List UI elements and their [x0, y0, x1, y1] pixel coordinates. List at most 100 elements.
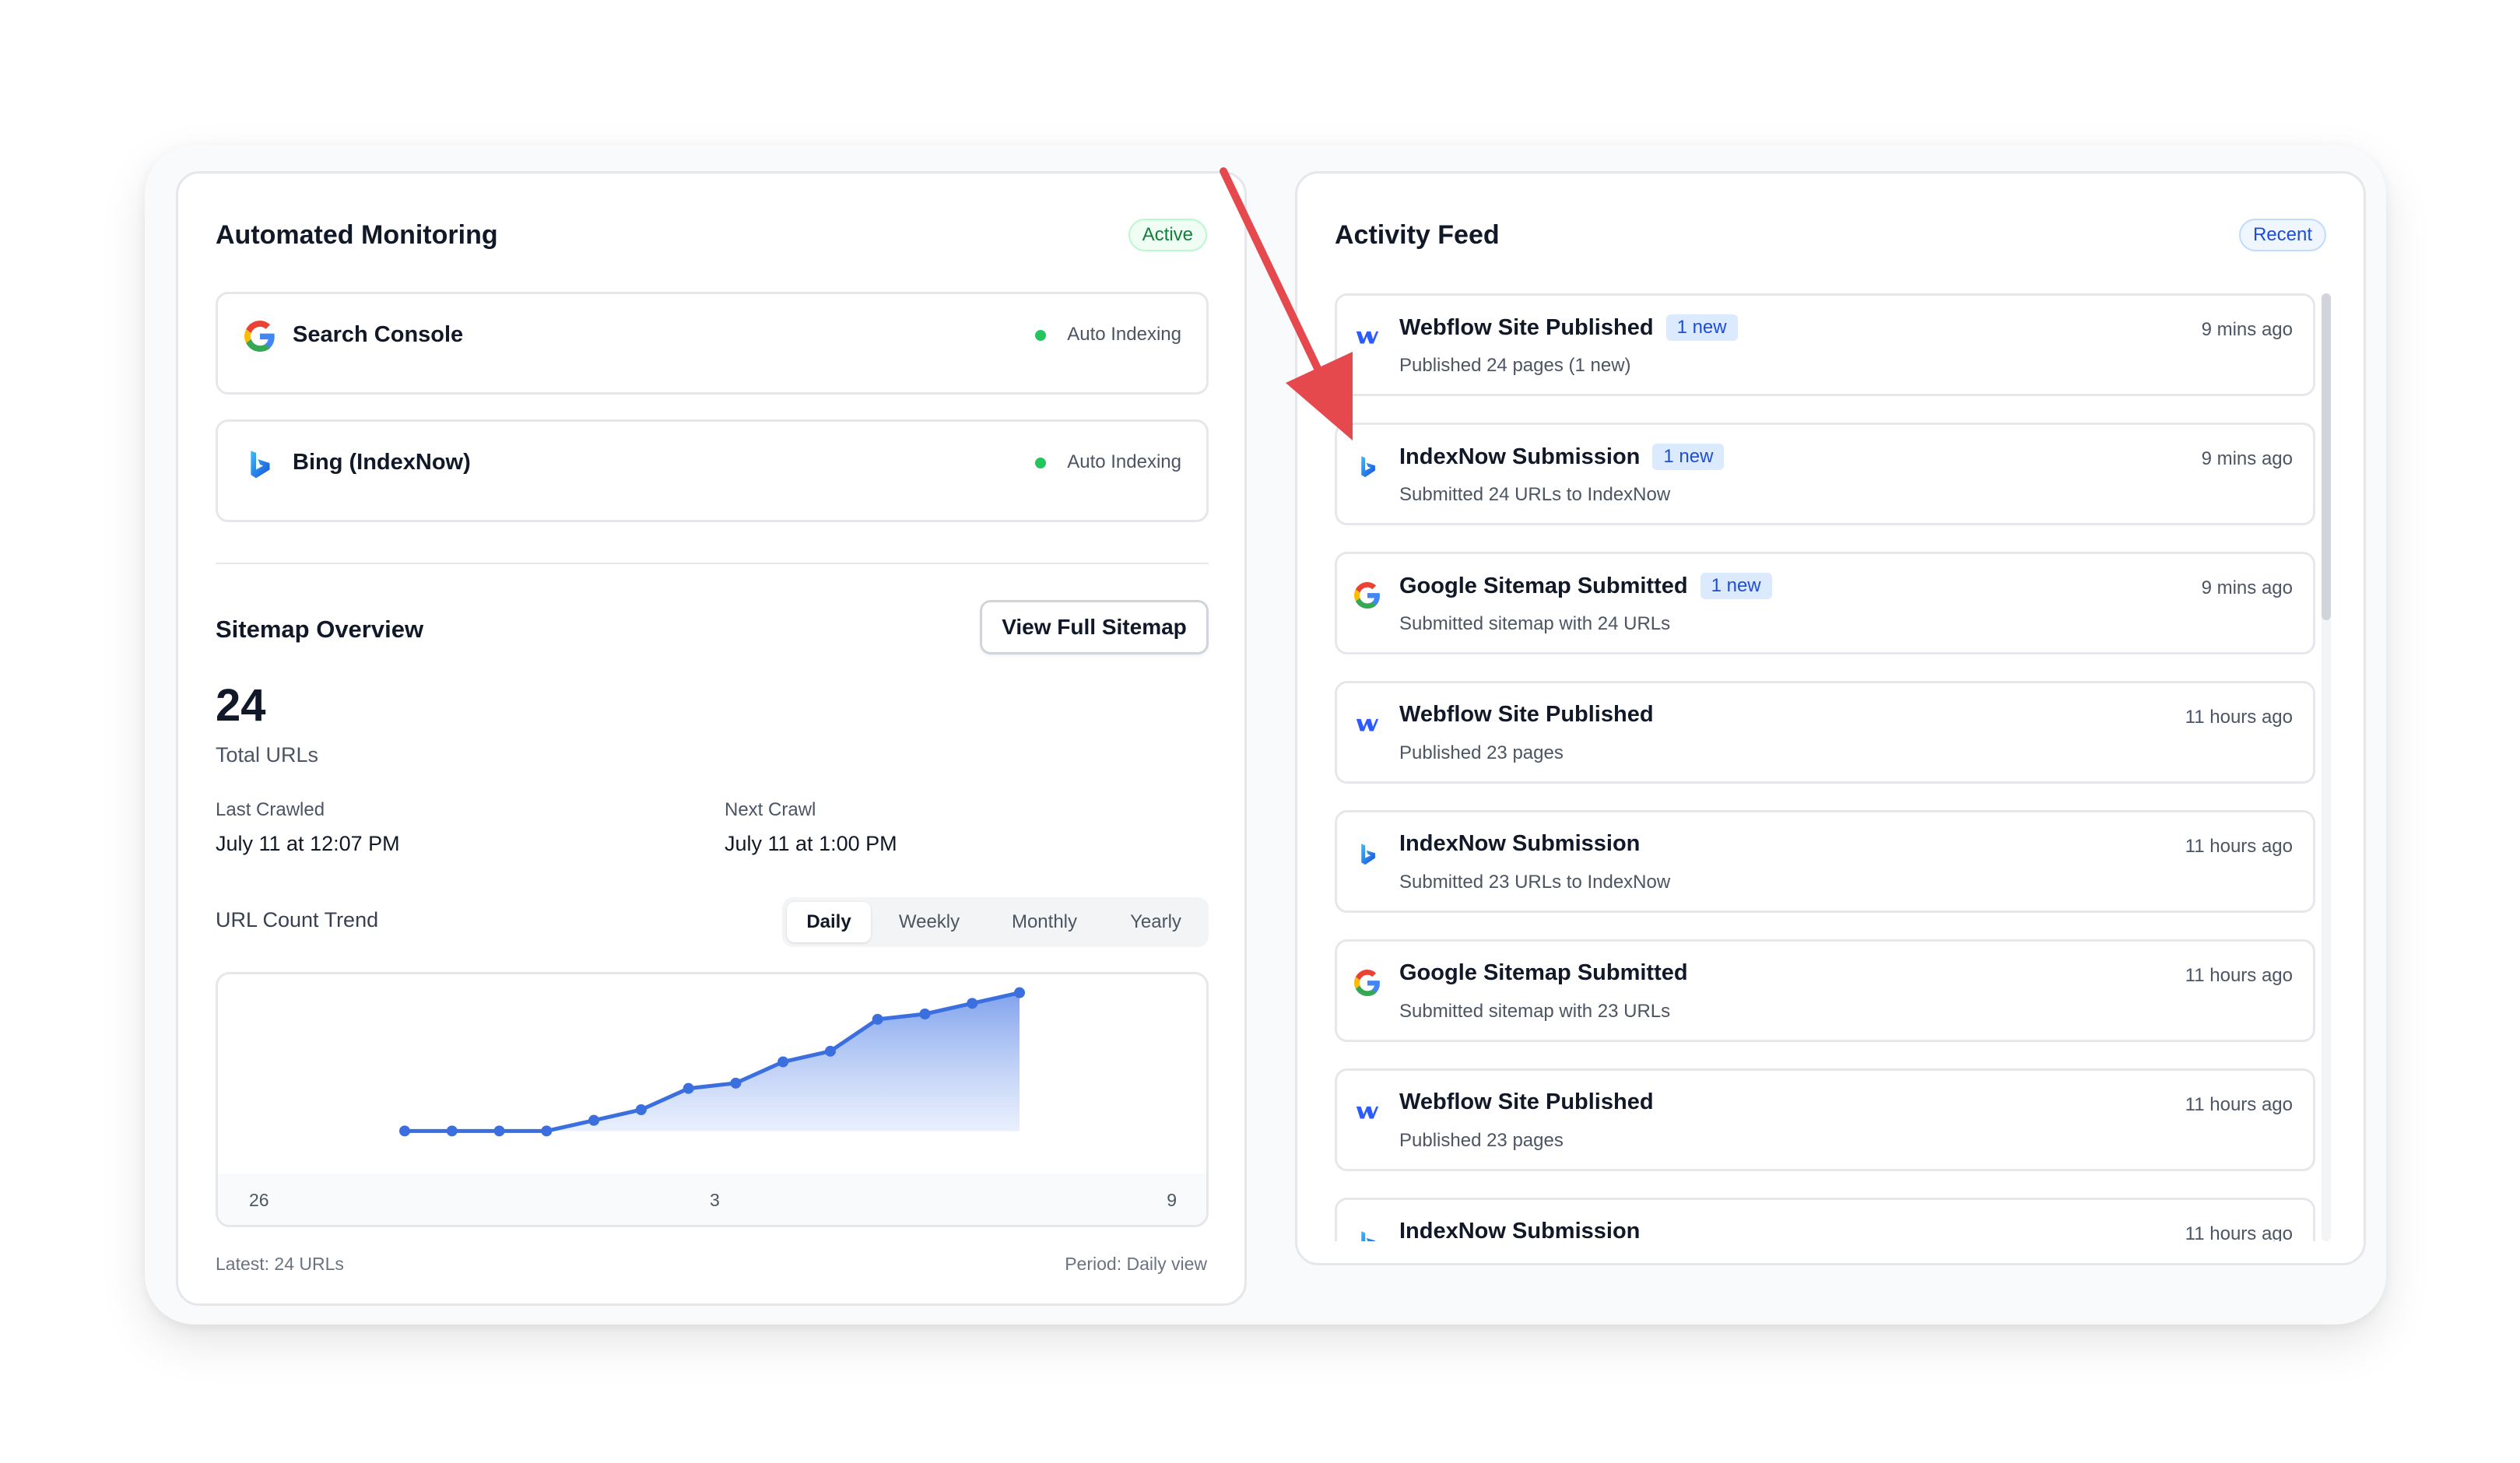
period-yearly-tab[interactable]: Yearly	[1109, 902, 1202, 942]
activity-list[interactable]: Webflow Site Published 1 new Published 24 …	[1335, 293, 2325, 1241]
status-dot	[1035, 458, 1046, 468]
bing-icon	[1361, 1231, 1375, 1241]
activity-subtitle: Submitted sitemap with 23 URLs	[1399, 1001, 1671, 1022]
bing-indexnow-card[interactable]: Bing (IndexNow) Auto Indexing	[216, 419, 1209, 522]
activity-timestamp: 11 hours ago	[2185, 965, 2293, 986]
last-crawled-value: July 11 at 12:07 PM	[216, 832, 400, 855]
activity-subtitle: Published 23 pages	[1399, 1130, 1564, 1151]
webflow-icon	[1356, 331, 1379, 344]
monitoring-panel: Automated Monitoring Active Search Conso…	[176, 171, 1247, 1306]
activity-title: Webflow Site Published	[1399, 1089, 1654, 1115]
trend-point	[541, 1125, 553, 1137]
activity-subtitle: Published 23 pages	[1399, 742, 1564, 763]
trend-point	[588, 1114, 600, 1126]
status-dot	[1035, 330, 1046, 341]
activity-title: Google Sitemap Submitted 1 new	[1399, 573, 1772, 599]
period-daily-tab[interactable]: Daily	[787, 902, 871, 942]
activity-item[interactable]: Google Sitemap Submitted Submitted sitema…	[1335, 939, 2315, 1042]
new-count-badge: 1 new	[1652, 444, 1725, 470]
webflow-icon	[1356, 718, 1379, 732]
activity-item[interactable]: Google Sitemap Submitted 1 new Submitted s…	[1335, 552, 2315, 654]
service-name: Bing (IndexNow)	[293, 450, 471, 475]
activity-title-text: Google Sitemap Submitted	[1399, 574, 1688, 598]
next-crawl-value: July 11 at 1:00 PM	[725, 832, 897, 855]
activity-subtitle: Submitted 23 URLs to IndexNow	[1399, 872, 1671, 893]
trend-point	[635, 1104, 647, 1115]
activity-title-text: Webflow Site Published	[1399, 315, 1654, 340]
trend-point	[1014, 987, 1025, 998]
trend-point	[683, 1082, 694, 1094]
latest-count-note: Latest: 24 URLs	[216, 1254, 344, 1274]
activity-subtitle: Published 24 pages (1 new)	[1399, 355, 1631, 376]
sitemap-overview-title: Sitemap Overview	[216, 616, 424, 643]
period-weekly-tab[interactable]: Weekly	[879, 902, 980, 942]
activity-title: Google Sitemap Submitted	[1399, 960, 1688, 986]
activity-title-text: IndexNow Submission	[1399, 831, 1641, 856]
activity-item[interactable]: Webflow Site Published Published 23 pages…	[1335, 681, 2315, 784]
activity-timestamp: 11 hours ago	[2185, 1223, 2293, 1241]
service-name: Search Console	[293, 322, 464, 347]
service-status: Auto Indexing	[1067, 324, 1181, 345]
total-urls-value: 24	[216, 680, 266, 731]
activity-item[interactable]: IndexNow Submission 11 hours ago	[1335, 1198, 2315, 1241]
total-urls-label: Total URLs	[216, 743, 319, 767]
activity-title: IndexNow Submission	[1399, 1219, 1640, 1241]
activity-title-text: IndexNow Submission	[1399, 444, 1641, 469]
recent-badge: Recent	[2238, 219, 2326, 251]
bing-icon	[1361, 456, 1375, 478]
google-icon	[244, 321, 275, 352]
activity-subtitle: Submitted sitemap with 24 URLs	[1399, 613, 1671, 634]
url-trend-chart: 26 3 9	[216, 972, 1209, 1227]
activity-timestamp: 9 mins ago	[2201, 319, 2293, 340]
trend-point	[730, 1077, 742, 1089]
last-crawled-label: Last Crawled	[216, 799, 325, 820]
activity-feed-title: Activity Feed	[1335, 220, 1500, 250]
trend-point	[777, 1056, 789, 1068]
activity-item[interactable]: IndexNow Submission 1 new Submitted 24 URL…	[1335, 423, 2315, 525]
chart-x-axis: 26 3 9	[218, 1174, 1206, 1225]
activity-timestamp: 11 hours ago	[2185, 707, 2293, 728]
activity-item[interactable]: Webflow Site Published 1 new Published 24 …	[1335, 293, 2315, 396]
next-crawl-label: Next Crawl	[725, 799, 816, 820]
period-note: Period: Daily view	[1065, 1254, 1207, 1274]
activity-title: Webflow Site Published	[1399, 702, 1654, 728]
trend-point	[824, 1045, 836, 1057]
monitoring-title: Automated Monitoring	[216, 220, 498, 250]
new-count-badge: 1 new	[1665, 314, 1738, 341]
view-full-sitemap-button[interactable]: View Full Sitemap	[980, 600, 1209, 654]
activity-timestamp: 9 mins ago	[2201, 448, 2293, 469]
url-count-trend-label: URL Count Trend	[216, 908, 379, 931]
activity-subtitle: Submitted 24 URLs to IndexNow	[1399, 484, 1671, 505]
webflow-icon	[1356, 1106, 1379, 1119]
x-tick-label: 3	[710, 1190, 720, 1210]
url-trend-plot	[399, 987, 1025, 1137]
search-console-card[interactable]: Search Console Auto Indexing	[216, 292, 1209, 395]
activity-timestamp: 11 hours ago	[2185, 1094, 2293, 1115]
activity-timestamp: 9 mins ago	[2201, 577, 2293, 598]
period-monthly-tab[interactable]: Monthly	[986, 902, 1103, 942]
activity-timestamp: 11 hours ago	[2185, 836, 2293, 857]
section-divider	[216, 563, 1209, 564]
trend-point	[446, 1125, 458, 1137]
activity-title-text: Google Sitemap Submitted	[1399, 960, 1688, 985]
trend-point	[919, 1009, 931, 1019]
activity-title: IndexNow Submission	[1399, 831, 1640, 857]
activity-item[interactable]: Webflow Site Published Published 23 pages…	[1335, 1068, 2315, 1171]
trend-point	[967, 998, 978, 1009]
activity-title-text: IndexNow Submission	[1399, 1219, 1641, 1241]
activity-item[interactable]: IndexNow Submission Submitted 23 URLs to …	[1335, 810, 2315, 913]
trend-point	[872, 1013, 883, 1025]
active-status-badge: Active	[1128, 219, 1207, 251]
bing-icon	[251, 451, 270, 479]
activity-title: Webflow Site Published 1 new	[1399, 314, 1738, 341]
scrollbar-thumb[interactable]	[2322, 293, 2331, 620]
x-tick-label: 26	[249, 1190, 269, 1210]
period-selector: Daily Weekly Monthly Yearly	[782, 897, 1209, 947]
activity-title-text: Webflow Site Published	[1399, 702, 1654, 727]
activity-title: IndexNow Submission 1 new	[1399, 444, 1725, 470]
activity-scrollbar[interactable]	[2322, 293, 2331, 1241]
bing-icon	[1361, 844, 1375, 865]
service-status: Auto Indexing	[1067, 451, 1181, 472]
trend-point	[399, 1125, 410, 1137]
google-icon	[1354, 970, 1380, 996]
